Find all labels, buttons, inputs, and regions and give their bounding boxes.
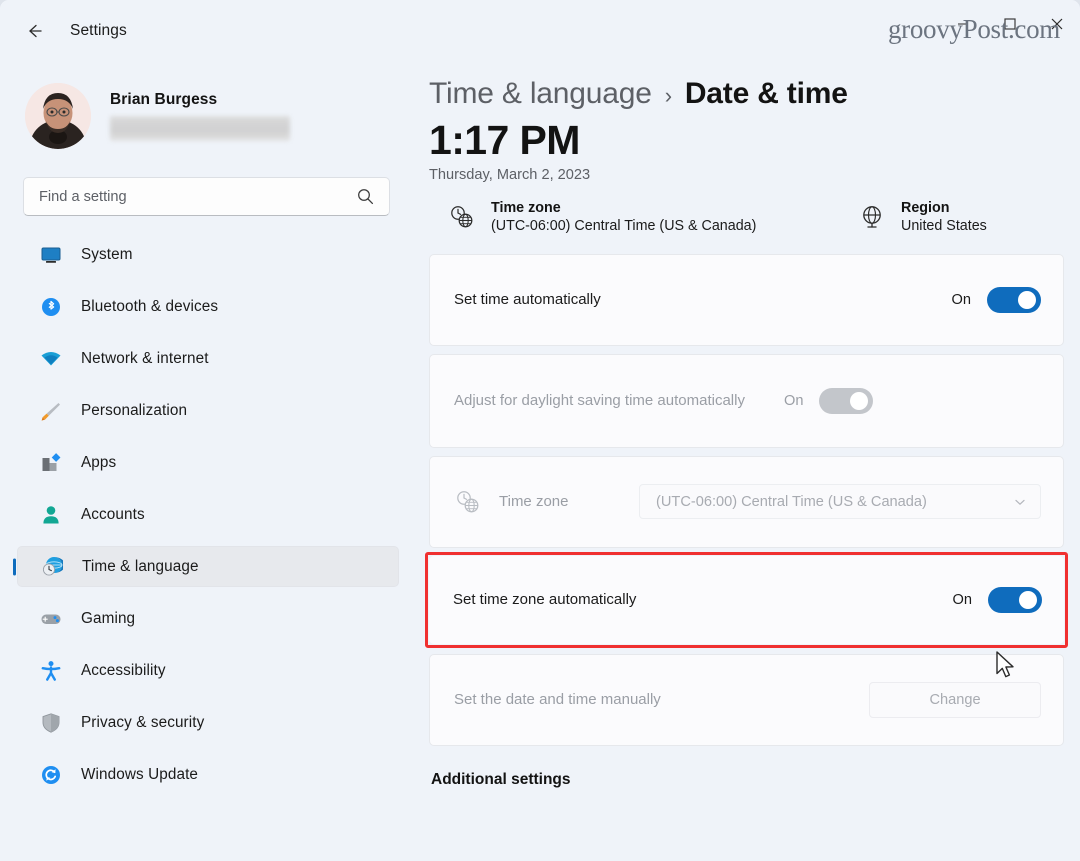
timezone-row-label: Time zone (499, 493, 569, 511)
toggle-knob (1019, 590, 1037, 609)
timezone-select: (UTC-06:00) Central Time (US & Canada) (639, 484, 1041, 520)
toggle-group: On (952, 586, 1042, 613)
search-icon (357, 188, 374, 205)
setting-timezone-row: Time zone (UTC-06:00) Central Time (US &… (429, 455, 1064, 548)
profile-info: Brian Burgess (110, 91, 290, 141)
clock-globe-icon (40, 555, 64, 579)
setting-adjust-daylight-saving: Adjust for daylight saving time automati… (429, 353, 1064, 448)
watermark: groovyPost.com (887, 14, 1060, 44)
sidebar-item-label: Accounts (81, 505, 145, 523)
region-info: Region United States (857, 200, 987, 234)
user-profile[interactable]: Brian Burgess (0, 62, 416, 154)
bluetooth-icon (39, 295, 63, 319)
timezone-select-value: (UTC-06:00) Central Time (US & Canada) (656, 493, 927, 510)
sidebar-item-label: Bluetooth & devices (81, 297, 219, 315)
sidebar-item-label: System (81, 245, 133, 263)
sidebar-item-label: Gaming (81, 609, 136, 627)
set-time-automatically-toggle[interactable] (987, 286, 1041, 313)
breadcrumb-parent[interactable]: Time & language (429, 77, 652, 111)
avatar (25, 83, 91, 149)
paintbrush-icon (39, 399, 63, 423)
sidebar-item-label: Privacy & security (81, 713, 205, 731)
person-icon (39, 503, 63, 527)
toggle-state-label: On (784, 392, 804, 409)
sidebar-item-label: Time & language (82, 557, 199, 575)
setting-label: Adjust for daylight saving time automati… (454, 391, 745, 409)
timezone-info-value: (UTC-06:00) Central Time (US & Canada) (491, 217, 757, 234)
toggle-group: On (784, 387, 874, 414)
page-title: Date & time (684, 77, 848, 110)
clock-globe-icon (455, 489, 481, 515)
adjust-daylight-saving-toggle (819, 387, 874, 414)
region-info-text: Region United States (901, 200, 987, 234)
sidebar-item-windows-update[interactable]: Windows Update (17, 754, 399, 795)
timezone-info-text: Time zone (UTC-06:00) Central Time (US &… (491, 200, 756, 234)
sidebar-item-label: Apps (81, 453, 117, 471)
sidebar-item-bluetooth-devices[interactable]: Bluetooth & devices (17, 286, 399, 327)
back-arrow-icon (25, 21, 45, 41)
timezone-info-title: Time zone (491, 199, 561, 216)
change-button: Change (869, 681, 1041, 718)
accessibility-icon (39, 659, 63, 683)
refresh-icon (39, 763, 63, 787)
setting-label: Set time automatically (454, 290, 601, 308)
shield-icon (39, 711, 63, 735)
sidebar-item-accessibility[interactable]: Accessibility (17, 650, 399, 691)
clock-globe-icon (447, 204, 477, 230)
wifi-icon (39, 347, 63, 371)
profile-name: Brian Burgess (110, 91, 218, 108)
main-content: Time & language › Date & time 1:17 PM Th… (416, 62, 1080, 861)
sidebar: Brian Burgess Find a setting System Blue… (0, 62, 416, 861)
timezone-info: Time zone (UTC-06:00) Central Time (US &… (447, 200, 857, 234)
settings-cards: Set time automatically On Adjust for day… (425, 253, 1068, 746)
toggle-group: On (951, 286, 1041, 313)
info-row: Time zone (UTC-06:00) Central Time (US &… (447, 200, 1064, 234)
setting-set-date-time-manually: Set the date and time manually Change (429, 653, 1064, 746)
sidebar-item-personalization[interactable]: Personalization (17, 390, 399, 431)
back-button[interactable] (16, 12, 54, 50)
sidebar-item-network-internet[interactable]: Network & internet (17, 338, 399, 379)
apps-icon (39, 451, 63, 475)
setting-label: Set the date and time manually (454, 690, 661, 708)
profile-email-redacted (110, 116, 290, 141)
gamepad-icon (39, 607, 63, 631)
monitor-icon (39, 243, 63, 267)
toggle-knob (850, 391, 869, 410)
sidebar-item-label: Windows Update (81, 765, 199, 783)
region-info-title: Region (901, 199, 950, 216)
setting-label: Set time zone automatically (453, 590, 637, 608)
app-title: Settings (70, 22, 127, 39)
search-input[interactable] (24, 188, 357, 205)
search-box[interactable] (23, 177, 390, 216)
region-info-value: United States (901, 217, 987, 234)
current-date: Thursday, March 2, 2023 (429, 166, 591, 183)
chevron-down-icon (1013, 495, 1027, 509)
settings-window: Settings groovyPost.com Brian Burgess Fi… (0, 0, 1080, 861)
sidebar-item-label: Accessibility (81, 661, 166, 679)
setting-set-time-zone-automatically[interactable]: Set time zone automatically On (425, 551, 1068, 648)
sidebar-item-apps[interactable]: Apps (17, 442, 399, 483)
breadcrumb-separator-icon: › (664, 83, 672, 108)
set-time-zone-automatically-toggle[interactable] (988, 586, 1042, 613)
globe-icon (857, 204, 887, 230)
sidebar-nav: System Bluetooth & devices Network & int… (0, 234, 416, 795)
sidebar-item-system[interactable]: System (17, 234, 399, 275)
sidebar-item-time-language[interactable]: Time & language (17, 546, 399, 587)
setting-set-time-automatically[interactable]: Set time automatically On (429, 253, 1064, 346)
breadcrumb: Time & language › Date & time (429, 77, 1064, 111)
toggle-knob (1018, 290, 1036, 309)
additional-settings-heading: Additional settings (431, 770, 571, 788)
toggle-state-label: On (951, 291, 971, 308)
toggle-state-label: On (952, 591, 972, 608)
current-time: 1:17 PM (429, 117, 580, 163)
sidebar-item-label: Network & internet (81, 349, 209, 367)
sidebar-item-accounts[interactable]: Accounts (17, 494, 399, 535)
sidebar-item-label: Personalization (81, 401, 188, 419)
sidebar-item-gaming[interactable]: Gaming (17, 598, 399, 639)
sidebar-item-privacy-security[interactable]: Privacy & security (17, 702, 399, 743)
